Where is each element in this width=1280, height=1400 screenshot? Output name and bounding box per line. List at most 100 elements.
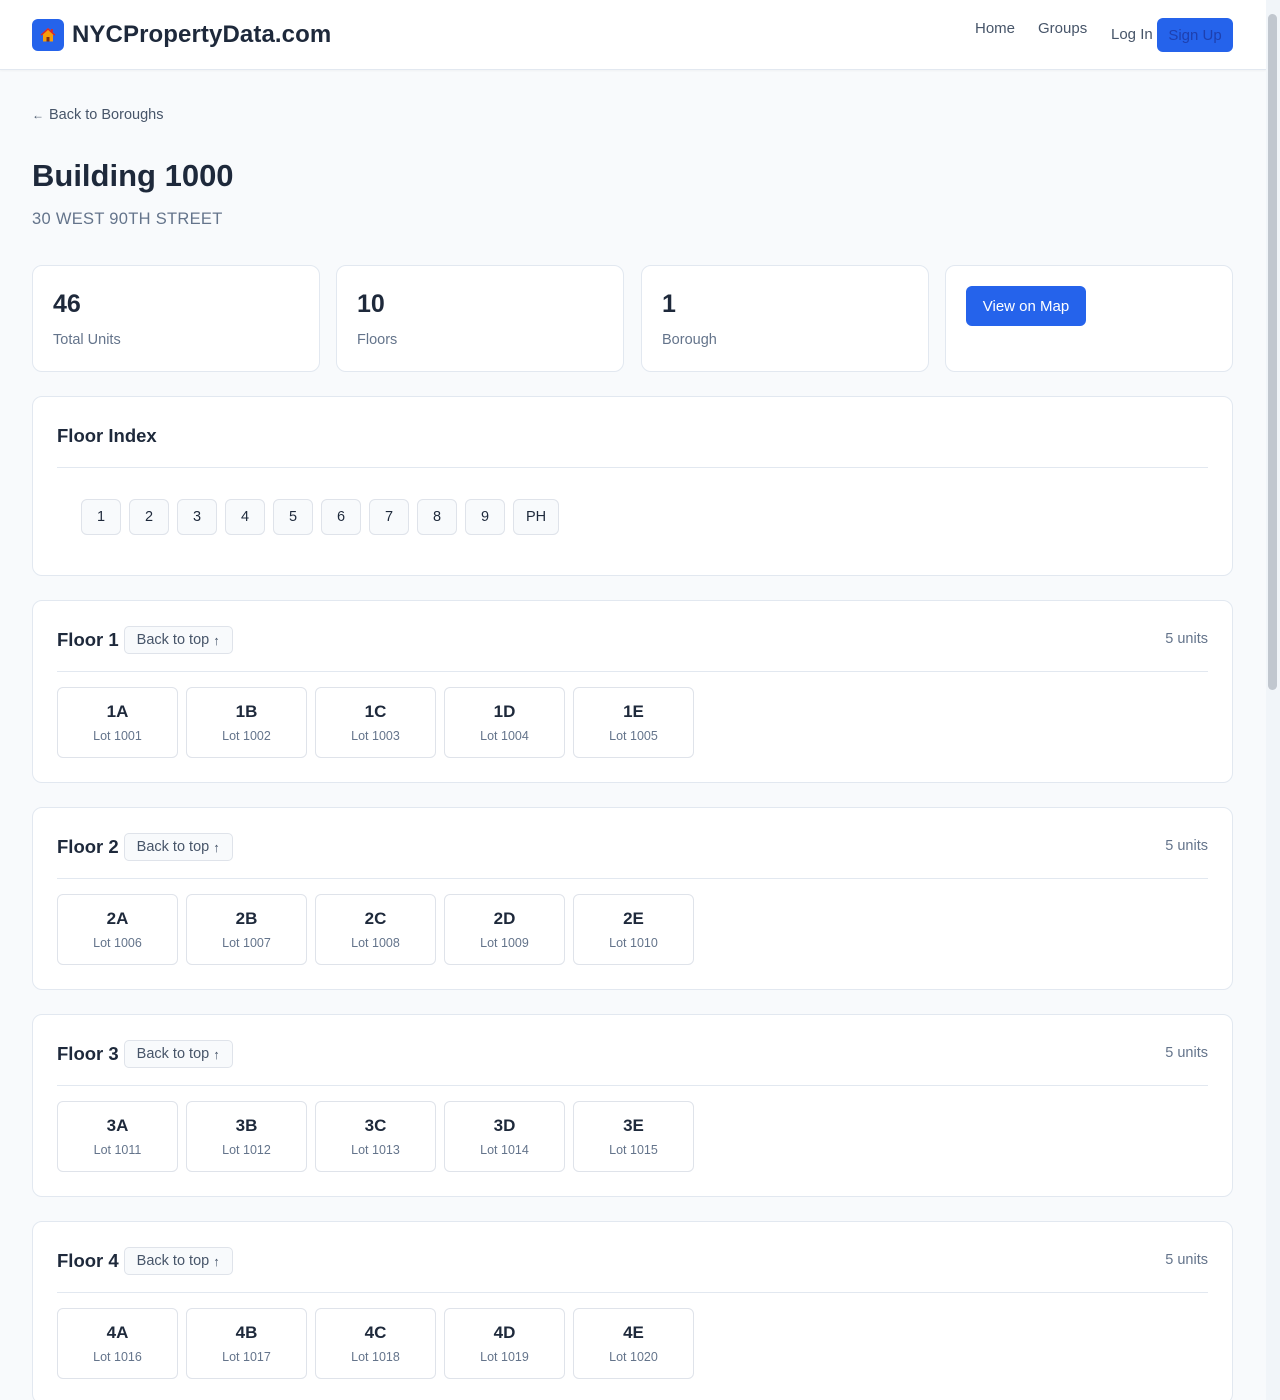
floor-index-link[interactable]: 1 (81, 499, 121, 535)
unit-lot: Lot 1017 (222, 1350, 271, 1364)
floor-index-title: Floor Index (57, 425, 157, 446)
unit-card[interactable]: 4E Lot 1020 (573, 1308, 694, 1379)
unit-id: 1B (235, 702, 258, 721)
unit-lot: Lot 1019 (480, 1350, 529, 1364)
unit-card[interactable]: 3B Lot 1012 (186, 1101, 307, 1172)
unit-id: 3D (493, 1116, 516, 1135)
divider (57, 671, 1208, 672)
back-to-boroughs-link[interactable]: ← Back to Boroughs (32, 107, 163, 123)
unit-lot: Lot 1009 (480, 936, 529, 950)
arrow-up-icon: ↑ (213, 632, 220, 648)
floor-section-3: Floor 3 Back to top ↑ 5 units 3A Lot 1011… (32, 1014, 1233, 1197)
floor-index-link[interactable]: PH (513, 499, 560, 535)
unit-lot: Lot 1010 (609, 936, 658, 950)
back-to-top-button[interactable]: Back to top ↑ (123, 1247, 233, 1275)
signup-button[interactable]: Sign Up (1157, 18, 1233, 52)
unit-count: 5 units (1165, 1252, 1208, 1268)
scrollbar-thumb[interactable] (1268, 14, 1277, 690)
floor-header: Floor 3 Back to top ↑ (57, 1040, 233, 1068)
unit-card[interactable]: 3D Lot 1014 (444, 1101, 565, 1172)
unit-card[interactable]: 1A Lot 1001 (57, 687, 178, 758)
unit-card[interactable]: 2B Lot 1007 (186, 894, 307, 965)
unit-id: 1E (623, 702, 644, 721)
unit-card[interactable]: 2C Lot 1008 (315, 894, 436, 965)
building-address: 30 WEST 90TH STREET (32, 210, 223, 228)
floor-index-link[interactable]: 7 (369, 499, 409, 535)
unit-id: 2E (623, 909, 644, 928)
floor-index-list: 1 2 3 4 5 6 7 8 9 PH (81, 499, 567, 535)
stat-card-borough: 1 Borough (641, 265, 929, 372)
unit-id: 2B (235, 909, 258, 928)
stat-card-floors: 10 Floors (336, 265, 624, 372)
back-to-top-button[interactable]: Back to top ↑ (123, 833, 233, 861)
floor-index-link[interactable]: 2 (129, 499, 169, 535)
back-to-top-label: Back to top (136, 1253, 210, 1269)
unit-card[interactable]: 4B Lot 1017 (186, 1308, 307, 1379)
top-navbar: NYCPropertyData.com Home Groups Log In S… (0, 0, 1266, 70)
unit-lot: Lot 1012 (222, 1143, 271, 1157)
unit-card[interactable]: 2A Lot 1006 (57, 894, 178, 965)
unit-card[interactable]: 4A Lot 1016 (57, 1308, 178, 1379)
nav-login-link[interactable]: Log In (1111, 26, 1153, 43)
floor-index-link[interactable]: 8 (417, 499, 457, 535)
unit-card[interactable]: 3E Lot 1015 (573, 1101, 694, 1172)
stat-value: 46 (53, 290, 81, 318)
unit-id: 1D (493, 702, 516, 721)
map-card: View on Map (945, 265, 1233, 372)
unit-id: 4B (235, 1323, 258, 1342)
unit-lot: Lot 1020 (609, 1350, 658, 1364)
floor-title: Floor 1 (57, 629, 119, 650)
floor-index-link[interactable]: 4 (225, 499, 265, 535)
unit-count: 5 units (1165, 1045, 1208, 1061)
floor-section-1: Floor 1 Back to top ↑ 5 units 1A Lot 1001… (32, 600, 1233, 783)
stat-value: 10 (357, 290, 385, 318)
unit-card[interactable]: 4C Lot 1018 (315, 1308, 436, 1379)
brand-logo-link[interactable]: NYCPropertyData.com (32, 19, 331, 51)
unit-card[interactable]: 1E Lot 1005 (573, 687, 694, 758)
stat-label: Floors (357, 332, 398, 348)
unit-card[interactable]: 1D Lot 1004 (444, 687, 565, 758)
unit-card[interactable]: 2D Lot 1009 (444, 894, 565, 965)
nav-groups-link[interactable]: Groups (1038, 20, 1087, 37)
floor-index-link[interactable]: 9 (465, 499, 505, 535)
floor-section-4: Floor 4 Back to top ↑ 5 units 4A Lot 1016… (32, 1221, 1233, 1400)
unit-card[interactable]: 2E Lot 1010 (573, 894, 694, 965)
unit-card[interactable]: 4D Lot 1019 (444, 1308, 565, 1379)
divider (57, 467, 1208, 468)
unit-id: 2C (364, 909, 387, 928)
nav-home-link[interactable]: Home (975, 20, 1015, 37)
floor-index-panel: Floor Index 1 2 3 4 5 6 7 8 9 PH (32, 396, 1233, 576)
view-on-map-button[interactable]: View on Map (966, 286, 1086, 326)
floor-index-link[interactable]: 6 (321, 499, 361, 535)
floor-header: Floor 1 Back to top ↑ (57, 626, 233, 654)
unit-id: 1C (364, 702, 387, 721)
unit-card[interactable]: 3C Lot 1013 (315, 1101, 436, 1172)
unit-lot: Lot 1016 (93, 1350, 142, 1364)
unit-id: 4A (106, 1323, 129, 1342)
stat-card-total-units: 46 Total Units (32, 265, 320, 372)
stat-label: Borough (662, 332, 717, 348)
unit-id: 2D (493, 909, 516, 928)
floor-section-2: Floor 2 Back to top ↑ 5 units 2A Lot 1006… (32, 807, 1233, 990)
unit-id: 4E (623, 1323, 644, 1342)
unit-card[interactable]: 3A Lot 1011 (57, 1101, 178, 1172)
unit-id: 1A (106, 702, 129, 721)
unit-lot: Lot 1011 (93, 1143, 142, 1157)
unit-list: 1A Lot 1001 1B Lot 1002 1C Lot 1003 1D Lot 1… (57, 687, 702, 758)
unit-id: 3C (364, 1116, 387, 1135)
house-icon (32, 19, 64, 51)
unit-card[interactable]: 1B Lot 1002 (186, 687, 307, 758)
floor-index-link[interactable]: 5 (273, 499, 313, 535)
unit-lot: Lot 1015 (609, 1143, 658, 1157)
unit-list: 4A Lot 1016 4B Lot 1017 4C Lot 1018 4D Lot 1… (57, 1308, 702, 1379)
back-to-top-button[interactable]: Back to top ↑ (123, 626, 233, 654)
back-to-top-button[interactable]: Back to top ↑ (123, 1040, 233, 1068)
unit-card[interactable]: 1C Lot 1003 (315, 687, 436, 758)
floor-index-link[interactable]: 3 (177, 499, 217, 535)
divider (57, 1292, 1208, 1293)
unit-lot: Lot 1014 (480, 1143, 529, 1157)
unit-id: 3A (106, 1116, 129, 1135)
unit-count: 5 units (1165, 838, 1208, 854)
stat-value: 1 (662, 290, 676, 318)
divider (57, 1085, 1208, 1086)
